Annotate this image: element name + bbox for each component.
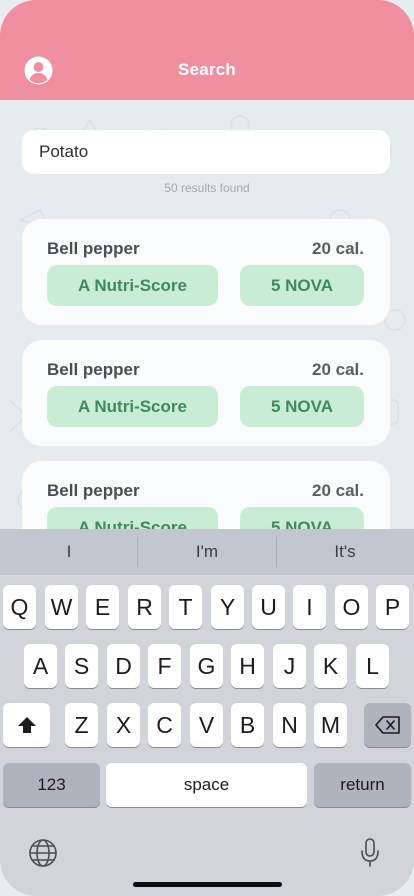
food-name: Bell pepper [47,481,140,500]
key-j[interactable]: J [273,644,306,688]
key-f[interactable]: F [148,644,181,688]
globe-icon[interactable] [28,838,58,868]
shift-icon [17,717,36,733]
key-d[interactable]: D [107,644,140,688]
nutri-score-badge: A Nutri-Score [47,265,218,306]
return-key[interactable]: return [314,763,411,807]
key-o[interactable]: O [335,585,368,629]
keyboard: I I'm It's Q W E R T Y U I O P A S D F G… [0,529,414,896]
key-p[interactable]: P [376,585,409,629]
results-count: 50 results found [164,181,250,195]
key-m[interactable]: M [314,703,347,747]
key-s[interactable]: S [65,644,98,688]
calories-value: 20 cal. [312,360,364,379]
key-h[interactable]: H [231,644,264,688]
suggestion-2[interactable]: I'm [138,529,276,575]
key-i[interactable]: I [293,585,326,629]
key-e[interactable]: E [86,585,119,629]
key-v[interactable]: V [190,703,223,747]
app-screen: Search 50 results found Bell pepper 20 c… [0,0,414,896]
key-t[interactable]: T [169,585,202,629]
microphone-icon[interactable] [360,837,380,869]
nova-badge: 5 NOVA [240,265,364,306]
delete-key[interactable] [364,703,411,747]
key-x[interactable]: X [107,703,140,747]
calories-value: 20 cal. [312,239,364,258]
key-u[interactable]: U [252,585,285,629]
key-k[interactable]: K [314,644,347,688]
key-b[interactable]: B [231,703,264,747]
key-y[interactable]: Y [211,585,244,629]
page-title: Search [178,60,236,79]
home-indicator [133,882,282,887]
key-g[interactable]: G [190,644,223,688]
search-input[interactable] [22,130,390,174]
suggestion-bar: I I'm It's [0,529,414,575]
backspace-icon [374,716,400,734]
numbers-key[interactable]: 123 [3,763,100,807]
key-l[interactable]: L [356,644,389,688]
key-w[interactable]: W [45,585,78,629]
key-q[interactable]: Q [3,585,36,629]
nova-badge: 5 NOVA [240,386,364,427]
key-c[interactable]: C [148,703,181,747]
suggestion-3[interactable]: It's [276,529,414,575]
shift-key[interactable] [3,703,50,747]
space-key[interactable]: space [106,763,307,807]
key-a[interactable]: A [24,644,57,688]
result-card[interactable]: Bell pepper 20 cal. A Nutri-Score 5 NOVA [22,219,390,325]
key-r[interactable]: R [128,585,161,629]
nutri-score-badge: A Nutri-Score [47,386,218,427]
food-name: Bell pepper [47,239,140,258]
suggestion-1[interactable]: I [0,529,138,575]
result-card[interactable]: Bell pepper 20 cal. A Nutri-Score 5 NOVA [22,340,390,446]
key-n[interactable]: N [273,703,306,747]
food-name: Bell pepper [47,360,140,379]
calories-value: 20 cal. [312,481,364,500]
key-z[interactable]: Z [65,703,98,747]
header-bar: Search [0,0,414,100]
